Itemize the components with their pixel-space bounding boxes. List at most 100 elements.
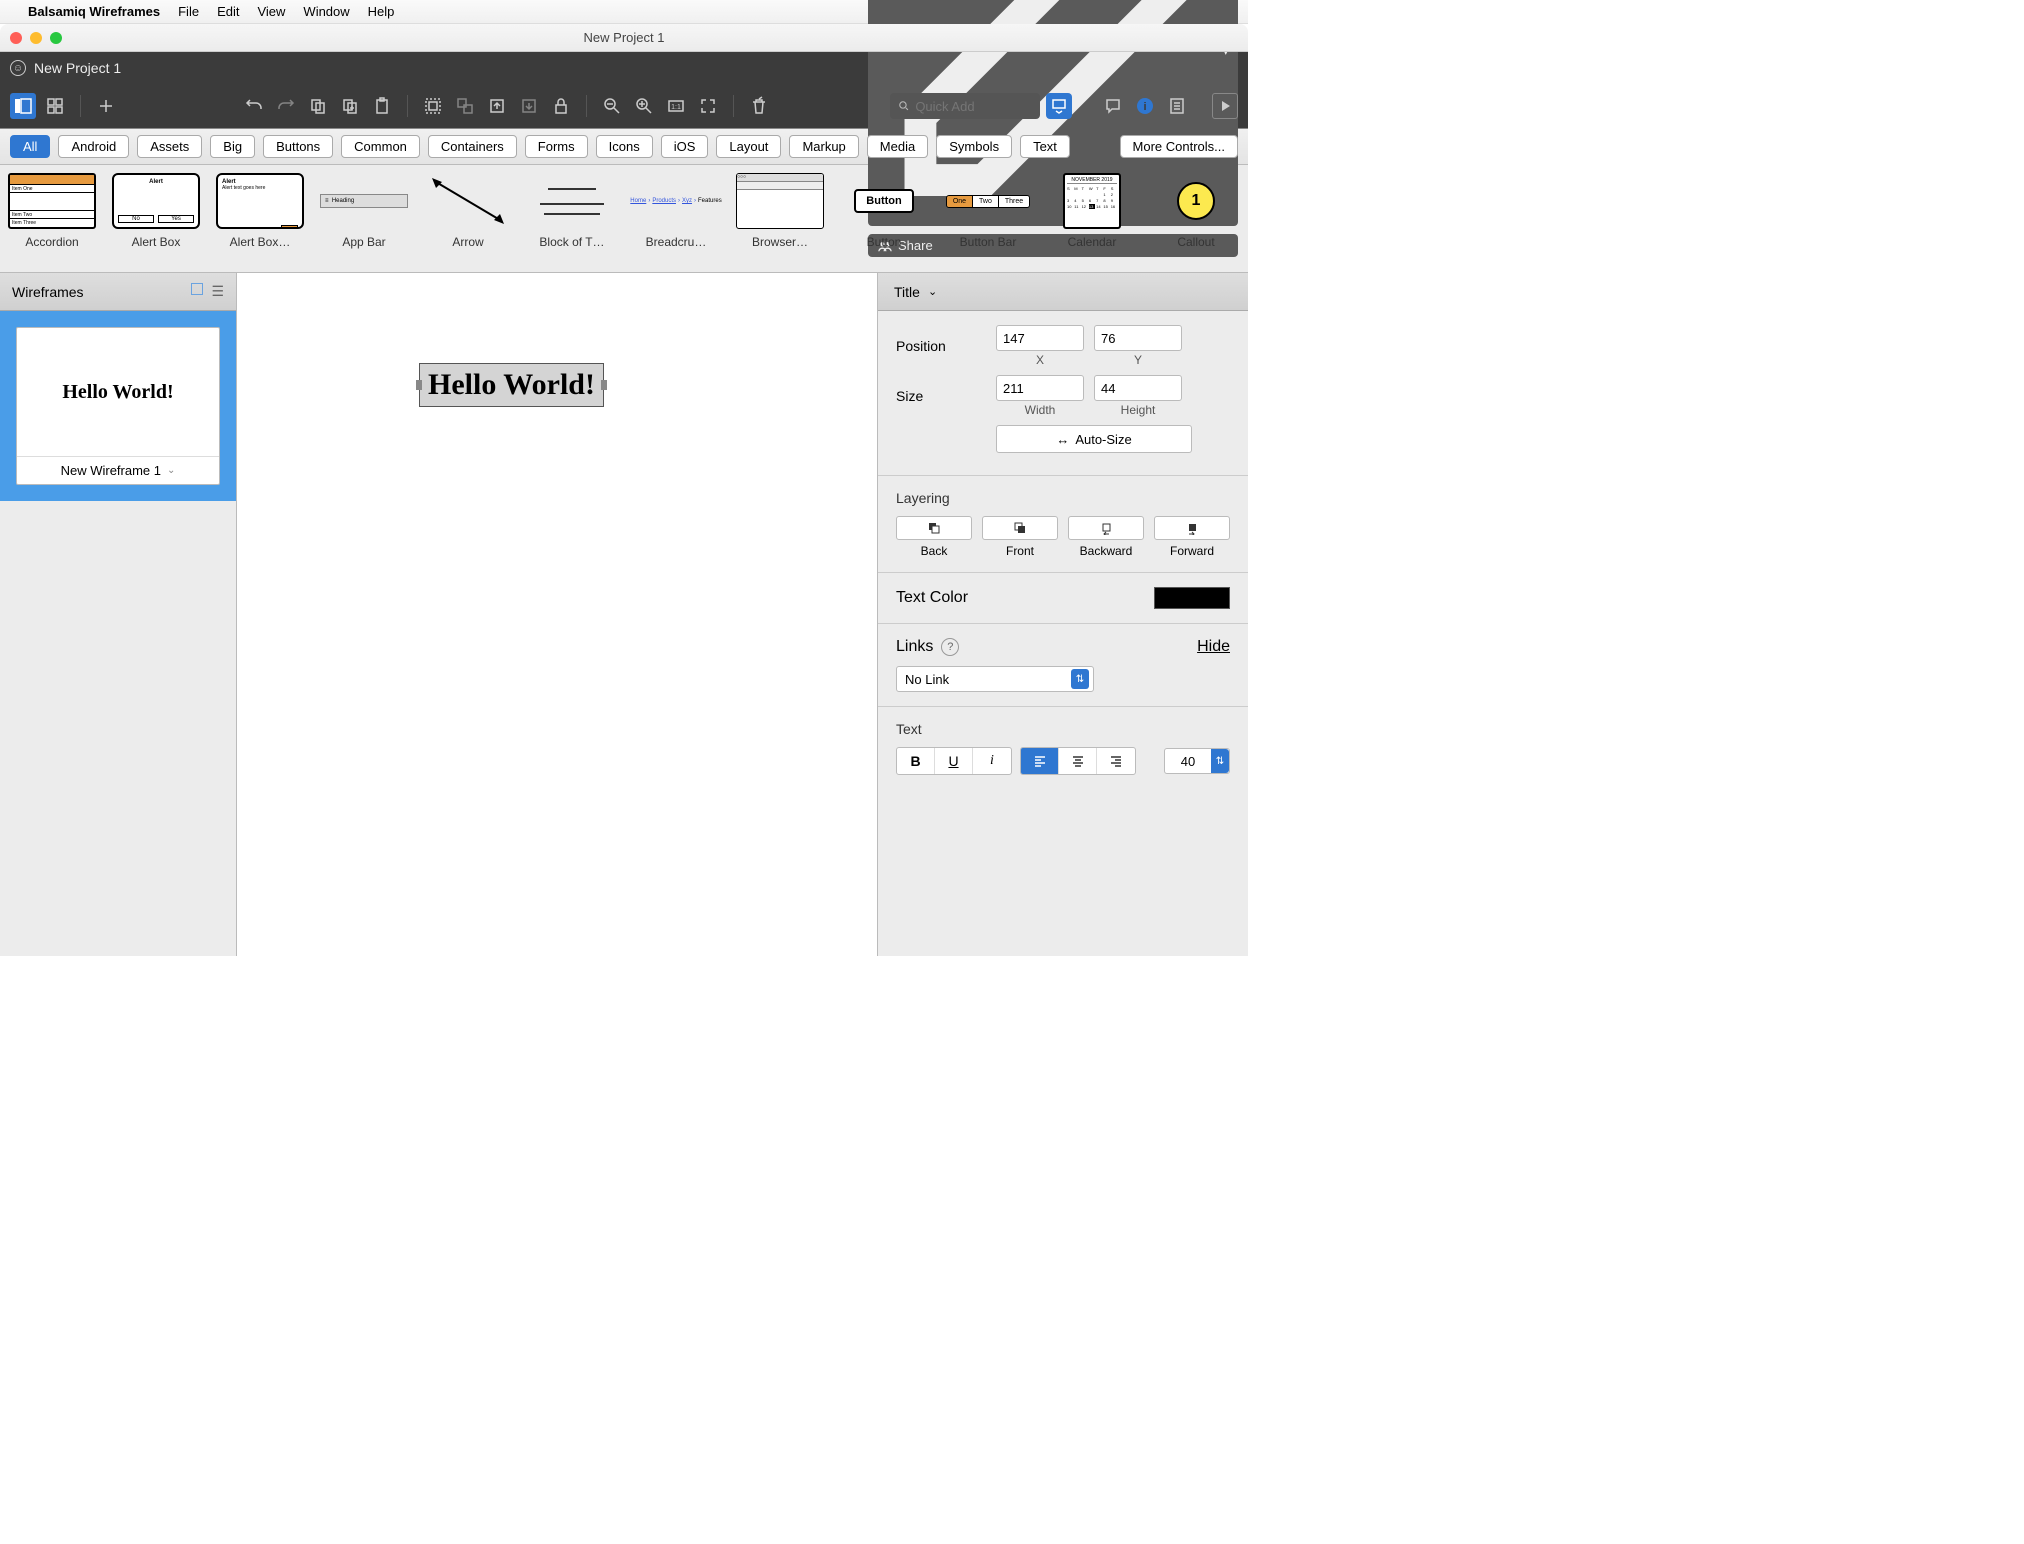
inspector-header[interactable]: Title ⌄	[878, 273, 1248, 311]
navigator-view-icon[interactable]	[10, 93, 36, 119]
comments-icon[interactable]	[1100, 93, 1126, 119]
navigator-thumb-icon[interactable]	[191, 283, 203, 295]
redo-icon[interactable]	[273, 93, 299, 119]
project-tab[interactable]: ☺ New Project 1	[10, 60, 121, 76]
lib-calendar[interactable]: NOVEMBER 2019SMTWTFS12345678910111213141…	[1040, 173, 1144, 264]
category-buttons[interactable]: Buttons	[263, 135, 333, 158]
zoom-fit-icon[interactable]	[695, 93, 721, 119]
category-ios[interactable]: iOS	[661, 135, 709, 158]
category-text[interactable]: Text	[1020, 135, 1070, 158]
chevron-down-icon[interactable]: ⌄	[167, 465, 175, 476]
category-markup[interactable]: Markup	[789, 135, 858, 158]
category-android[interactable]: Android	[58, 135, 129, 158]
category-more[interactable]: More Controls...	[1120, 135, 1238, 158]
dropdown-icon: ⇅	[1211, 749, 1229, 773]
lib-breadcrumb[interactable]: Home › Products › Xyz › FeaturesBreadcru…	[624, 173, 728, 264]
category-icons[interactable]: Icons	[596, 135, 653, 158]
category-all[interactable]: All	[10, 135, 50, 158]
category-assets[interactable]: Assets	[137, 135, 202, 158]
grid-view-icon[interactable]	[42, 93, 68, 119]
wireframe-name: New Wireframe 1	[61, 463, 161, 478]
trash-icon[interactable]	[746, 93, 772, 119]
underline-button[interactable]: U	[935, 748, 973, 774]
inspector-panel: Title ⌄ Position X Y Size Width Height ↔…	[878, 273, 1248, 956]
paste-icon[interactable]	[369, 93, 395, 119]
autosize-button[interactable]: ↔Auto-Size	[996, 425, 1192, 453]
text-align-group	[1020, 747, 1136, 775]
svg-text:i: i	[1143, 101, 1146, 113]
layer-back-button[interactable]	[896, 516, 972, 540]
menu-file[interactable]: File	[178, 4, 199, 19]
lib-appbar[interactable]: ≡ HeadingApp Bar	[312, 173, 416, 264]
lib-alertbox[interactable]: AlertNoYesAlert Box	[104, 173, 208, 264]
links-hide-button[interactable]: Hide	[1197, 638, 1230, 656]
italic-button[interactable]: i	[973, 748, 1011, 774]
position-y-input[interactable]	[1094, 325, 1182, 351]
wireframe-thumb[interactable]: Hello World! New Wireframe 1 ⌄	[0, 311, 236, 501]
layer-forward-button[interactable]	[1154, 516, 1230, 540]
notes-icon[interactable]	[1164, 93, 1190, 119]
copy-icon[interactable]	[305, 93, 331, 119]
quick-add-toggle-icon[interactable]	[1046, 93, 1072, 119]
zoom-actual-icon[interactable]: 1:1	[663, 93, 689, 119]
text-color-swatch[interactable]	[1154, 587, 1230, 609]
align-right-button[interactable]	[1097, 748, 1135, 774]
menu-window[interactable]: Window	[303, 4, 349, 19]
lib-accordion[interactable]: Item OneItem TwoItem ThreeAccordion	[0, 173, 104, 264]
bold-button[interactable]: B	[897, 748, 935, 774]
group-icon[interactable]	[420, 93, 446, 119]
play-icon[interactable]	[1212, 93, 1238, 119]
align-center-button[interactable]	[1059, 748, 1097, 774]
zoom-out-icon[interactable]	[599, 93, 625, 119]
lib-blocktext[interactable]: Block of T…	[520, 173, 624, 264]
font-size-input[interactable]	[1165, 754, 1211, 769]
send-back-icon[interactable]	[516, 93, 542, 119]
add-icon[interactable]	[93, 93, 119, 119]
menu-view[interactable]: View	[257, 4, 285, 19]
layer-front-button[interactable]	[982, 516, 1058, 540]
ungroup-icon[interactable]	[452, 93, 478, 119]
links-help-icon[interactable]: ?	[941, 638, 959, 656]
lib-button[interactable]: ButtonButton	[832, 173, 936, 264]
selected-title-element[interactable]: Hello World!	[419, 363, 604, 407]
size-label: Size	[896, 388, 986, 404]
info-icon[interactable]: i	[1132, 93, 1158, 119]
control-library: Item OneItem TwoItem ThreeAccordion Aler…	[0, 165, 1248, 273]
lib-arrow[interactable]: Arrow	[416, 173, 520, 264]
lock-icon[interactable]	[548, 93, 574, 119]
layer-backward-button[interactable]	[1068, 516, 1144, 540]
menu-help[interactable]: Help	[368, 4, 395, 19]
quick-add-search[interactable]	[890, 93, 1040, 119]
size-w-input[interactable]	[996, 375, 1084, 401]
category-forms[interactable]: Forms	[525, 135, 588, 158]
lib-alertbox2[interactable]: AlertAlert text goes hereOKAlert Box…	[208, 173, 312, 264]
text-color-label: Text Color	[896, 589, 968, 607]
undo-icon[interactable]	[241, 93, 267, 119]
size-h-input[interactable]	[1094, 375, 1182, 401]
category-layout[interactable]: Layout	[716, 135, 781, 158]
duplicate-icon[interactable]	[337, 93, 363, 119]
category-media[interactable]: Media	[867, 135, 928, 158]
bring-front-icon[interactable]	[484, 93, 510, 119]
font-size-select[interactable]: ⇅	[1164, 748, 1230, 774]
align-left-button[interactable]	[1021, 748, 1059, 774]
lib-browser[interactable]: ○○○Browser…	[728, 173, 832, 264]
category-symbols[interactable]: Symbols	[936, 135, 1012, 158]
menu-edit[interactable]: Edit	[217, 4, 239, 19]
category-big[interactable]: Big	[210, 135, 255, 158]
navigator-list-icon[interactable]: ☰	[211, 283, 224, 300]
category-containers[interactable]: Containers	[428, 135, 517, 158]
canvas[interactable]: Hello World!	[237, 273, 878, 956]
lib-callout[interactable]: 1Callout	[1144, 173, 1248, 264]
quick-add-input[interactable]	[915, 99, 1032, 114]
zoom-in-icon[interactable]	[631, 93, 657, 119]
app-name[interactable]: Balsamiq Wireframes	[28, 4, 160, 19]
position-x-input[interactable]	[996, 325, 1084, 351]
lib-buttonbar[interactable]: OneTwoThreeButton Bar	[936, 173, 1040, 264]
link-select[interactable]: No Link ⇅	[896, 666, 1094, 692]
category-common[interactable]: Common	[341, 135, 420, 158]
inspector-title: Title	[894, 284, 920, 300]
text-section-label: Text	[896, 721, 1230, 737]
links-label: Links	[896, 638, 933, 656]
navigator-header: Wireframes ☰	[0, 273, 236, 311]
